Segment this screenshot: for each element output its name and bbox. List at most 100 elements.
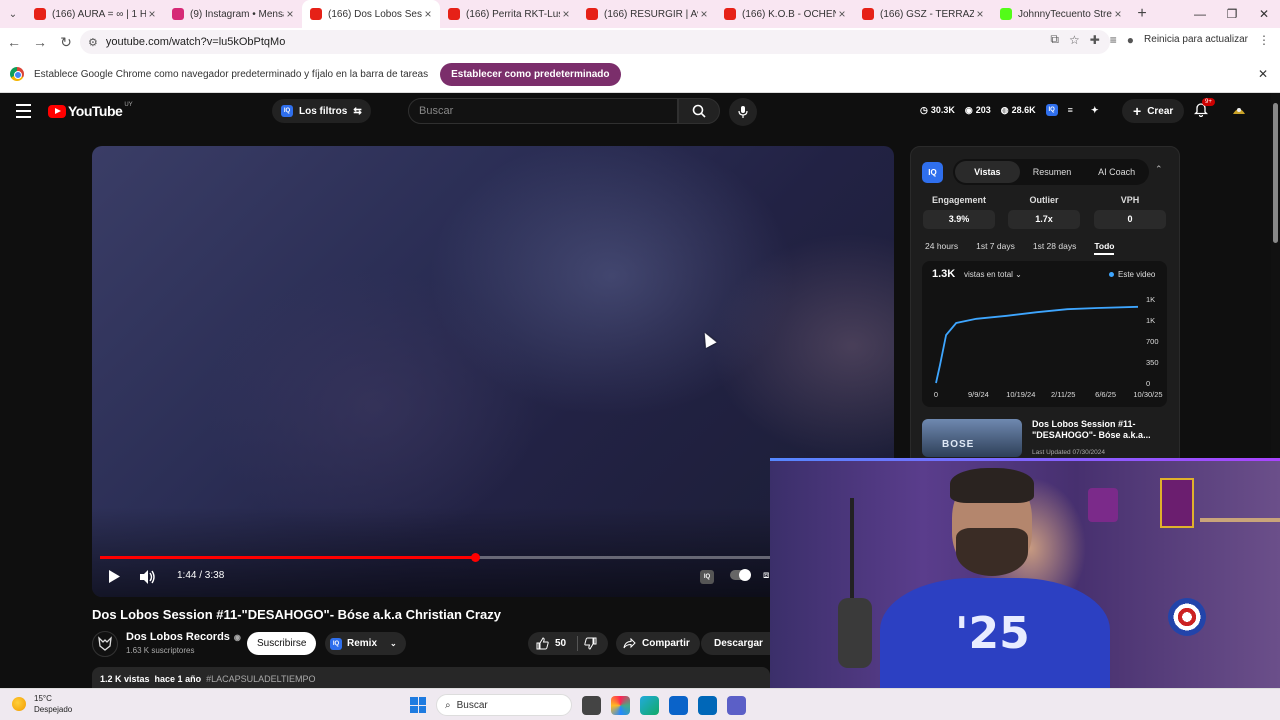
browser-tab[interactable]: (166) AURA = ∞ | 1 HOU×	[26, 0, 164, 28]
task-view-icon[interactable]	[582, 695, 601, 715]
chevron-down-icon: ⌄	[390, 639, 397, 648]
youtube-logo[interactable]: YouTube UY	[48, 102, 133, 119]
browser-tab[interactable]: (166) Perrita RKT-Lusag×	[440, 0, 578, 28]
volume-button[interactable]	[140, 570, 156, 584]
tab-title: (166) GSZ - TERRAZA (VI	[880, 8, 974, 20]
search-button[interactable]	[678, 98, 720, 124]
progress-bar[interactable]	[100, 553, 886, 562]
related-thumbnail[interactable]: BOSE	[922, 419, 1022, 457]
close-tab-icon[interactable]: ×	[422, 7, 434, 21]
play-button[interactable]	[108, 570, 120, 583]
notifications-button[interactable]: 9+	[1193, 98, 1215, 122]
tab-resumen[interactable]: Resumen	[1020, 161, 1085, 183]
channel-avatar[interactable]	[92, 631, 118, 657]
eye-icon: ◉	[964, 104, 973, 115]
copilot-icon[interactable]	[611, 695, 630, 715]
chrome-menu-icon[interactable]: ⋮	[1258, 33, 1270, 47]
related-title[interactable]: Dos Lobos Session #11-"DESAHOGO"- Bóse a…	[1032, 419, 1162, 441]
extensions-icon[interactable]: ✚	[1090, 33, 1100, 47]
outlook-icon[interactable]	[669, 695, 688, 715]
taskbar-search[interactable]: ⌕ Buscar	[436, 694, 572, 716]
close-infobar-icon[interactable]: ✕	[1258, 67, 1268, 81]
hashtag-link[interactable]: #LACAPSULADELTIEMPO	[206, 674, 315, 684]
metric-vph: VPH 0	[1094, 195, 1166, 229]
close-tab-icon[interactable]: ×	[974, 7, 986, 21]
close-tab-icon[interactable]: ×	[1112, 7, 1124, 21]
lightbulb-icon[interactable]: ✦	[1091, 105, 1099, 116]
list-icon[interactable]: ≡	[1068, 105, 1073, 115]
poster-image	[1160, 478, 1194, 528]
tab-search-icon[interactable]: ⌄	[0, 0, 26, 28]
back-icon[interactable]: ←	[2, 30, 26, 54]
dislike-button[interactable]	[578, 637, 597, 650]
tab-favicon-icon	[310, 8, 322, 20]
iq-player-button[interactable]: IQ	[700, 570, 714, 584]
restart-update-button[interactable]: Reinicia para actualizar	[1144, 34, 1248, 45]
site-info-icon[interactable]: ⚙	[88, 36, 98, 49]
x-tick-label: 9/9/24	[968, 390, 989, 399]
maximize-icon[interactable]: ❐	[1216, 0, 1248, 28]
x-tick-label: 0	[934, 390, 938, 399]
account-avatar-icon[interactable]	[1232, 103, 1246, 117]
create-button[interactable]: + Crear	[1122, 99, 1185, 123]
weather-widget[interactable]: 15°C Despejado	[12, 693, 72, 715]
browser-tab[interactable]: (166) K.O.B - OCHENTA Y×	[716, 0, 854, 28]
filters-button[interactable]: IQ Los filtros ⇆	[272, 99, 371, 123]
range-todo[interactable]: Todo	[1094, 241, 1115, 255]
collapse-chevron-icon[interactable]: ⌃	[1155, 164, 1163, 175]
share-button[interactable]: Compartir	[616, 632, 700, 655]
close-tab-icon[interactable]: ×	[560, 7, 572, 21]
windows-taskbar: 15°C Despejado ⌕ Buscar	[0, 688, 1280, 720]
browser-tab[interactable]: (166) GSZ - TERRAZA (VI×	[854, 0, 992, 28]
close-tab-icon[interactable]: ×	[284, 7, 296, 21]
tab-vistas[interactable]: Vistas	[955, 161, 1020, 183]
browser-tab[interactable]: (166) RESURGIR | Ave Fén×	[578, 0, 716, 28]
browser-tab[interactable]: JohnnyTecuento Stream×	[992, 0, 1130, 28]
subscribe-button[interactable]: Suscribirse	[247, 632, 317, 655]
new-tab-button[interactable]: +	[1130, 5, 1154, 23]
iq-toolbar-icon[interactable]: IQ	[1045, 104, 1058, 116]
close-tab-icon[interactable]: ×	[836, 7, 848, 21]
range-28-days[interactable]: 1st 28 days	[1033, 241, 1076, 255]
infobar-text: Establece Google Chrome como navegador p…	[34, 68, 429, 80]
channel-name[interactable]: Dos Lobos Records ◉	[126, 631, 241, 643]
media-icon[interactable]: ≡	[1110, 33, 1117, 47]
tab-ai-coach[interactable]: AI Coach	[1084, 161, 1149, 183]
browser-tab[interactable]: (9) Instagram • Mensajes×	[164, 0, 302, 28]
range-7-days[interactable]: 1st 7 days	[976, 241, 1015, 255]
menu-icon[interactable]	[16, 104, 31, 122]
close-tab-icon[interactable]: ×	[698, 7, 710, 21]
edge-icon[interactable]	[640, 695, 659, 715]
captions-icon[interactable]: ⧈	[763, 570, 769, 581]
browser-tab[interactable]: (166) Dos Lobos Sessi ×	[302, 0, 440, 28]
profile-avatar-icon[interactable]: ●	[1127, 33, 1134, 47]
range-24-hours[interactable]: 24 hours	[925, 241, 958, 255]
x-tick-label: 10/30/25	[1133, 390, 1162, 399]
url-input[interactable]: ⚙ youtube.com/watch?v=lu5kObPtqMo	[80, 30, 1110, 54]
forward-icon[interactable]: →	[28, 30, 52, 54]
like-button[interactable]: 50	[528, 636, 578, 651]
share-icon	[623, 638, 636, 649]
vidiq-logo-icon: IQ	[922, 162, 943, 183]
minimize-icon[interactable]: —	[1184, 0, 1216, 28]
time-display: 1:44 / 3:38	[177, 570, 225, 581]
close-window-icon[interactable]: ✕	[1248, 0, 1280, 28]
voice-search-button[interactable]	[729, 98, 757, 126]
bookmark-star-icon[interactable]: ☆	[1069, 33, 1080, 47]
search-input[interactable]: Buscar	[408, 98, 678, 124]
close-tab-icon[interactable]: ×	[146, 7, 158, 21]
teams-icon[interactable]	[727, 695, 746, 715]
tab-title: (166) K.O.B - OCHENTA Y	[742, 8, 836, 20]
remix-button[interactable]: IQ Remix ⌄	[325, 632, 406, 655]
reload-icon[interactable]: ↻	[54, 30, 78, 54]
store-icon[interactable]	[698, 695, 717, 715]
download-button[interactable]: Descargar	[701, 632, 771, 655]
metric-engagement: Engagement 3.9%	[923, 195, 995, 229]
install-icon[interactable]: ⧉	[1050, 32, 1059, 47]
scrubber-handle[interactable]	[470, 553, 480, 562]
youtube-header: YouTube UY IQ Los filtros ⇆ Buscar ◷ 30.3…	[0, 93, 1280, 129]
related-updated: Last Updated 07/30/2024	[1032, 449, 1106, 456]
windows-start-icon[interactable]	[410, 697, 426, 713]
set-default-button[interactable]: Establecer como predeterminado	[440, 62, 621, 86]
autoplay-toggle[interactable]	[730, 569, 751, 581]
